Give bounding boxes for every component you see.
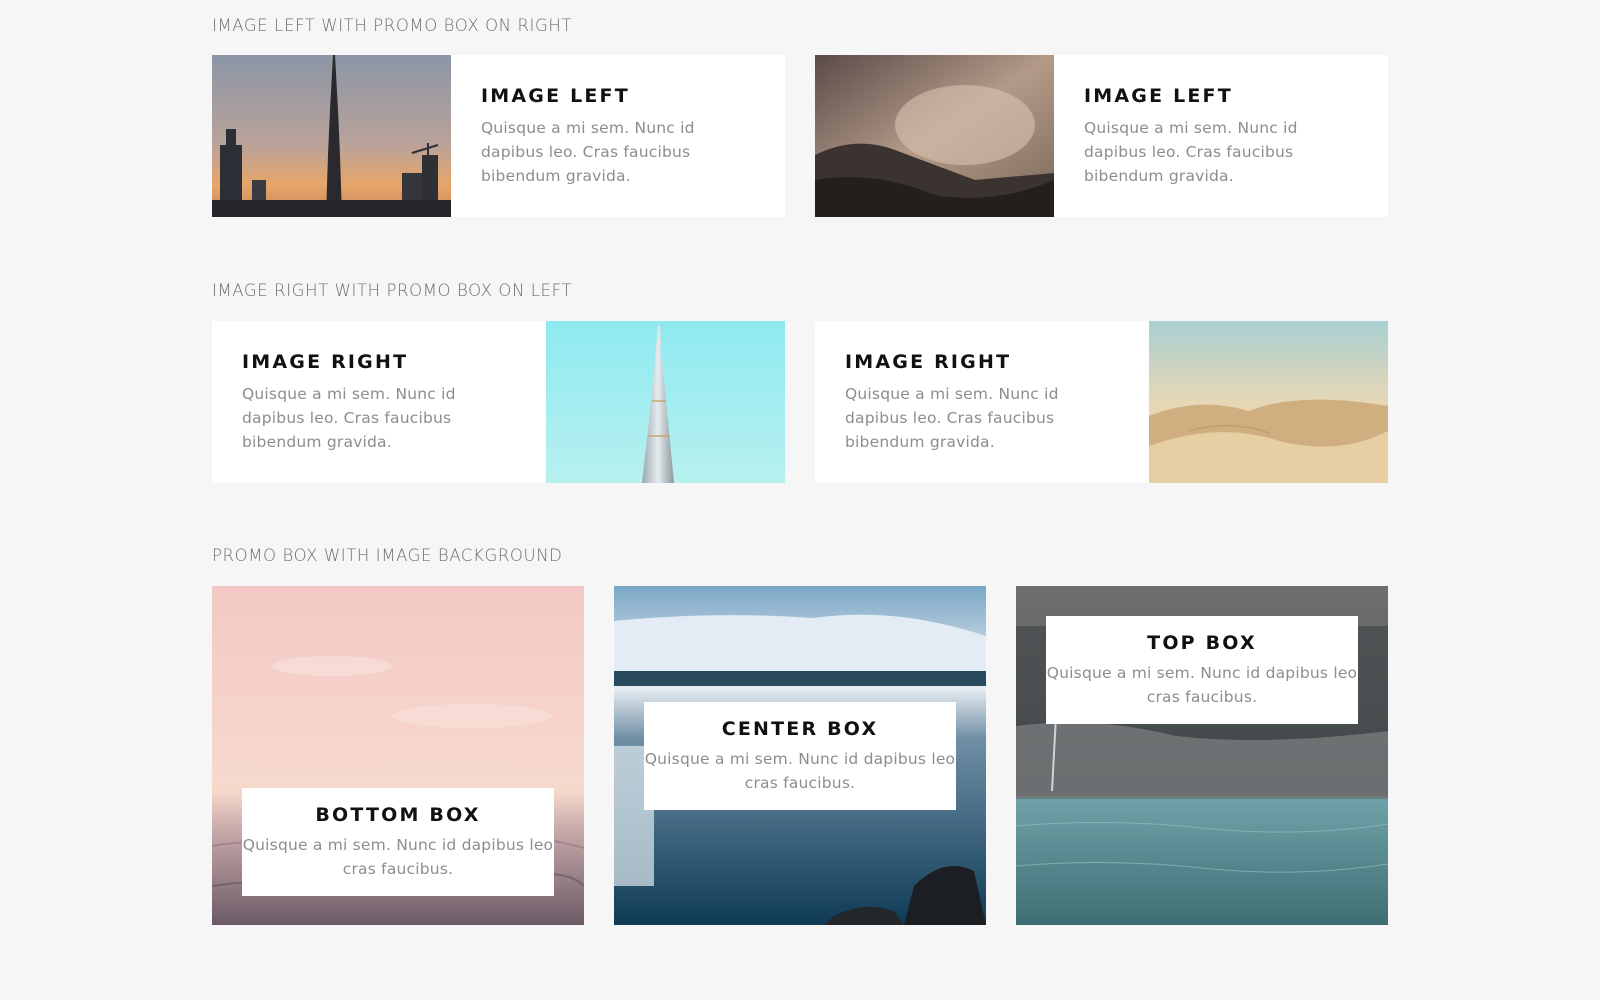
promo-title: IMAGE RIGHT [845, 351, 1012, 373]
promo-card-image-left-2[interactable]: IMAGE LEFT Quisque a mi sem. Nunc id dap… [815, 55, 1388, 217]
promo-tile-bottom[interactable]: BOTTOM BOX Quisque a mi sem. Nunc id dap… [212, 586, 584, 925]
bottom-box: BOTTOM BOX Quisque a mi sem. Nunc id dap… [242, 788, 554, 896]
tile-body: Quisque a mi sem. Nunc id dapibus leo cr… [644, 750, 956, 792]
promo-title: IMAGE RIGHT [242, 351, 409, 373]
tile-title: TOP BOX [1147, 632, 1257, 654]
promo-card-image-right-1[interactable]: IMAGE RIGHT Quisque a mi sem. Nunc id da… [212, 321, 785, 483]
tile-body: Quisque a mi sem. Nunc id dapibus leo cr… [242, 836, 554, 878]
tile-title: BOTTOM BOX [315, 804, 481, 826]
promo-card-image-right-2[interactable]: IMAGE RIGHT Quisque a mi sem. Nunc id da… [815, 321, 1388, 483]
promo-body: Quisque a mi sem. Nunc id dapibus leo. C… [242, 385, 456, 451]
page: IMAGE LEFT WITH PROMO BOX ON RIGHT IMAGE… [0, 0, 1600, 1000]
desert-dunes-image [1149, 321, 1388, 483]
promo-title: IMAGE LEFT [481, 85, 630, 107]
promo-tile-top[interactable]: TOP BOX Quisque a mi sem. Nunc id dapibu… [1016, 586, 1388, 925]
promo-tile-center[interactable]: CENTER BOX Quisque a mi sem. Nunc id dap… [614, 586, 986, 925]
promo-text: IMAGE LEFT Quisque a mi sem. Nunc id dap… [1054, 55, 1388, 217]
promo-text: IMAGE LEFT Quisque a mi sem. Nunc id dap… [451, 55, 785, 217]
promo-title: IMAGE LEFT [1084, 85, 1233, 107]
center-box: CENTER BOX Quisque a mi sem. Nunc id dap… [644, 702, 956, 810]
city-skyline-image [212, 55, 451, 217]
section-label-image-right: IMAGE RIGHT WITH PROMO BOX ON LEFT [212, 281, 573, 300]
promo-body: Quisque a mi sem. Nunc id dapibus leo. C… [1084, 119, 1298, 185]
top-box: TOP BOX Quisque a mi sem. Nunc id dapibu… [1046, 616, 1358, 724]
promo-text: IMAGE RIGHT Quisque a mi sem. Nunc id da… [212, 321, 546, 483]
tile-body: Quisque a mi sem. Nunc id dapibus leo cr… [1046, 664, 1358, 706]
promo-card-image-left-1[interactable]: IMAGE LEFT Quisque a mi sem. Nunc id dap… [212, 55, 785, 217]
promo-text: IMAGE RIGHT Quisque a mi sem. Nunc id da… [815, 321, 1149, 483]
promo-body: Quisque a mi sem. Nunc id dapibus leo. C… [845, 385, 1059, 451]
section-label-image-left: IMAGE LEFT WITH PROMO BOX ON RIGHT [212, 16, 573, 35]
section-label-image-bg: PROMO BOX WITH IMAGE BACKGROUND [212, 546, 563, 565]
promo-body: Quisque a mi sem. Nunc id dapibus leo. C… [481, 119, 695, 185]
misty-mountains-image [815, 55, 1054, 217]
tile-title: CENTER BOX [721, 718, 879, 740]
tower-sky-image [546, 321, 785, 483]
